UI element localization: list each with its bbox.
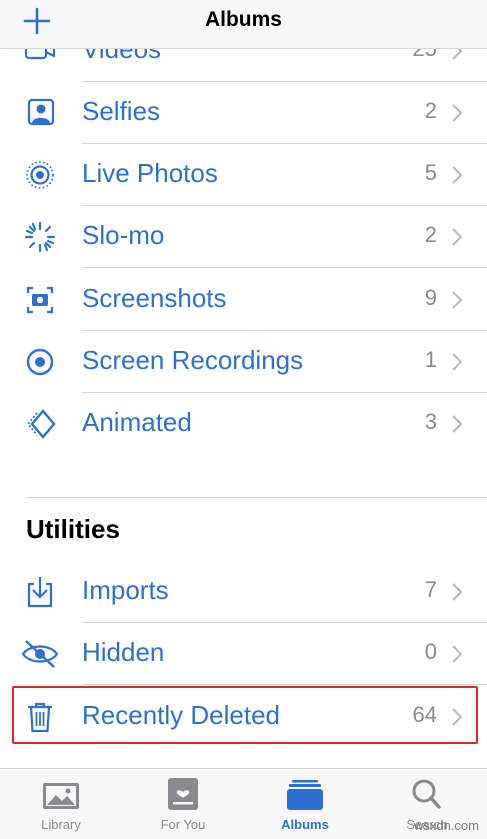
album-row-hidden[interactable]: Hidden 0 xyxy=(0,623,487,685)
chevron-right-icon xyxy=(451,352,463,372)
selfie-icon xyxy=(20,96,60,130)
album-label: Animated xyxy=(82,407,192,437)
album-count: 2 xyxy=(424,222,437,247)
album-row-imports[interactable]: Imports 7 xyxy=(0,561,487,623)
album-label: Hidden xyxy=(82,637,165,667)
album-count: 5 xyxy=(424,160,437,185)
screen-recording-icon xyxy=(20,345,60,379)
highlight-box xyxy=(12,686,478,744)
import-icon xyxy=(20,575,60,609)
search-icon xyxy=(407,777,447,811)
album-row-animated[interactable]: Animated 3 xyxy=(0,393,487,455)
screenshot-icon xyxy=(20,283,60,317)
album-count: 0 xyxy=(424,639,437,664)
album-row-screen-recordings[interactable]: Screen Recordings 1 xyxy=(0,331,487,393)
albums-icon xyxy=(285,777,325,811)
album-count: 7 xyxy=(424,577,437,602)
tab-label: For You xyxy=(160,817,206,832)
row-separator xyxy=(82,267,487,268)
navigation-bar: Albums xyxy=(0,0,487,49)
album-count: 3 xyxy=(424,409,437,434)
album-count: 1 xyxy=(424,347,437,372)
for-you-icon xyxy=(163,777,203,811)
chevron-right-icon xyxy=(451,414,463,434)
album-row-slo-mo[interactable]: Slo-mo 2 xyxy=(0,206,487,268)
tab-label: Library xyxy=(41,817,81,832)
album-count: 2 xyxy=(424,98,437,123)
slo-mo-icon xyxy=(20,220,60,254)
chevron-right-icon xyxy=(451,103,463,123)
chevron-right-icon xyxy=(451,582,463,602)
album-label: Screen Recordings xyxy=(82,345,304,375)
section-divider xyxy=(26,497,487,498)
tab-label: Albums xyxy=(281,817,329,832)
chevron-right-icon xyxy=(451,165,463,185)
album-row-live-photos[interactable]: Live Photos 5 xyxy=(0,144,487,206)
utilities-section-title: Utilities xyxy=(26,514,120,544)
album-row-screenshots[interactable]: Screenshots 9 xyxy=(0,269,487,331)
album-label: Imports xyxy=(82,575,169,605)
chevron-right-icon xyxy=(451,644,463,664)
row-separator xyxy=(82,684,487,685)
album-label: Screenshots xyxy=(82,283,227,313)
album-label: Live Photos xyxy=(82,158,218,188)
album-label: Slo-mo xyxy=(82,220,165,250)
album-row-selfies[interactable]: Selfies 2 xyxy=(0,82,487,144)
tab-library[interactable]: Library xyxy=(0,769,122,839)
watermark: wsxdn.com xyxy=(413,818,479,833)
album-label: Selfies xyxy=(82,96,161,126)
chevron-right-icon xyxy=(451,290,463,310)
library-icon xyxy=(41,777,81,811)
animated-icon xyxy=(20,407,60,441)
live-photo-icon xyxy=(20,158,60,192)
hidden-icon xyxy=(20,637,60,671)
page-title: Albums xyxy=(204,8,282,31)
album-count: 9 xyxy=(424,285,437,310)
tab-albums[interactable]: Albums xyxy=(244,769,366,839)
tab-for-you[interactable]: For You xyxy=(122,769,244,839)
chevron-right-icon xyxy=(451,227,463,247)
